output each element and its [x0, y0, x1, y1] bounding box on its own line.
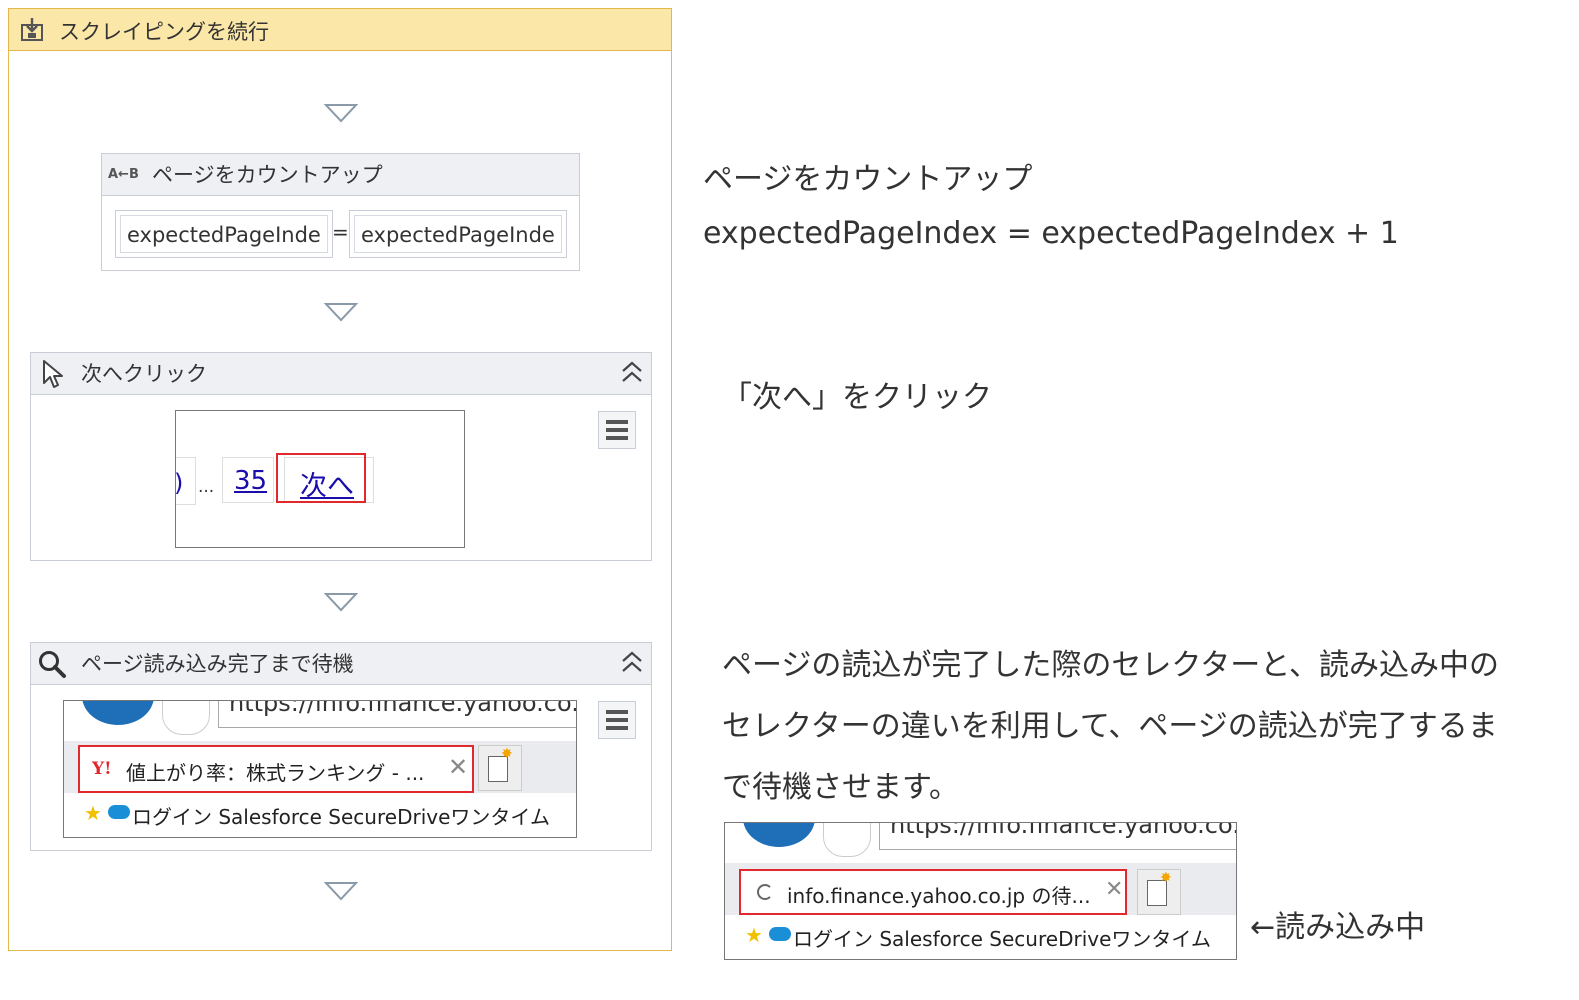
- bookmarks-text: ログイン Salesforce SecureDriveワンタイム: [132, 805, 550, 829]
- browser-tab-loading: info.finance.yahoo.co.jp の待... ✕: [739, 869, 1127, 915]
- connector-arrow-icon: [324, 882, 358, 901]
- assign-value-field[interactable]: expectedPageInde: [349, 210, 567, 258]
- page-ellipsis: ...: [198, 477, 215, 497]
- connector-arrow-icon: [324, 593, 358, 612]
- note-assign-title: ページをカウントアップ: [703, 162, 1033, 197]
- wait-target-screenshot: https://info.finance.yahoo.co.jp Y! 値上がり…: [63, 700, 577, 838]
- new-tab-button: ✸: [1137, 869, 1181, 915]
- wait-title: ページ読み込み完了まで待機: [81, 652, 354, 676]
- click-header: 次へクリック: [31, 353, 651, 395]
- note-click: 「次へ」をクリック: [722, 380, 992, 415]
- sequence-title: スクレイピングを続行: [59, 20, 269, 44]
- assign-to-value: expectedPageInde: [120, 215, 328, 253]
- sequence-icon: [21, 18, 43, 41]
- wait-header: ページ読み込み完了まで待機: [31, 643, 651, 685]
- loading-spinner-icon: [757, 884, 773, 900]
- star-icon: ★: [745, 923, 763, 947]
- tab-close-icon: ✕: [1105, 877, 1124, 902]
- address-url: https://info.finance.yahoo.co.jp: [890, 822, 1237, 839]
- note-wait-line3: で待機させます。: [722, 770, 959, 805]
- bookmarks-text: ログイン Salesforce SecureDriveワンタイム: [793, 927, 1211, 951]
- browser-back-button: [82, 701, 154, 725]
- click-activity[interactable]: 次へクリック ) ... 35 次へ: [30, 352, 652, 561]
- refresh-icon: [162, 701, 210, 735]
- note-loading-label: ←読み込み中: [1250, 910, 1426, 945]
- assign-title: ページをカウントアップ: [152, 163, 383, 187]
- assign-header: A←B ページをカウントアップ: [102, 154, 579, 196]
- collapse-icon[interactable]: [620, 359, 644, 392]
- refresh-icon: [823, 823, 871, 857]
- cursor-icon: [43, 360, 63, 388]
- address-bar: https://info.finance.yahoo.co.jp: [879, 822, 1237, 850]
- connector-arrow-icon: [324, 303, 358, 322]
- tab-close-icon: ✕: [448, 753, 469, 781]
- sequence-header[interactable]: スクレイピングを続行: [9, 9, 671, 51]
- connector-arrow-icon: [324, 104, 358, 123]
- salesforce-cloud-icon: [769, 927, 791, 941]
- note-assign-expression: expectedPageIndex = expectedPageIndex + …: [703, 216, 1399, 251]
- assign-to-field[interactable]: expectedPageInde: [115, 210, 333, 258]
- assign-value-value: expectedPageInde: [354, 215, 562, 253]
- click-target-screenshot: ) ... 35 次へ: [175, 410, 465, 548]
- new-tab-button: ✸: [478, 745, 522, 791]
- page-partial: ): [176, 469, 183, 497]
- options-menu-button[interactable]: [598, 411, 636, 449]
- loading-screenshot: https://info.finance.yahoo.co.jp info.fi…: [724, 822, 1237, 960]
- browser-tab: Y! 値上がり率：株式ランキング - ... ✕: [78, 745, 474, 793]
- yahoo-logo: Y!: [92, 759, 112, 779]
- options-menu-button[interactable]: [598, 701, 636, 739]
- bookmarks-bar: ★ ログイン Salesforce SecureDriveワンタイム: [78, 801, 576, 831]
- bookmarks-bar: ★ ログイン Salesforce SecureDriveワンタイム: [739, 923, 1236, 953]
- assign-icon: A←B: [108, 167, 139, 182]
- tab-title: info.finance.yahoo.co.jp の待...: [787, 884, 1091, 908]
- note-wait-line1: ページの読込が完了した際のセレクターと、読み込み中の: [722, 648, 1499, 683]
- search-icon: [39, 651, 66, 678]
- click-title: 次へクリック: [81, 362, 207, 386]
- collapse-icon[interactable]: [620, 649, 644, 682]
- assign-operator: =: [332, 220, 349, 244]
- tab-title: 値上がり率：株式ランキング - ...: [126, 761, 425, 785]
- page-35-link[interactable]: 35: [234, 466, 267, 496]
- address-bar: https://info.finance.yahoo.co.jp: [218, 700, 577, 728]
- star-icon: ★: [84, 801, 102, 825]
- note-wait-line2: セレクターの違いを利用して、ページの読込が完了するま: [722, 709, 1498, 744]
- wait-activity[interactable]: ページ読み込み完了まで待機 https://info.finance.yahoo…: [30, 642, 652, 851]
- address-url: https://info.finance.yahoo.co.jp: [229, 700, 577, 717]
- next-link[interactable]: 次へ: [300, 464, 354, 503]
- assign-activity[interactable]: A←B ページをカウントアップ expectedPageInde = expec…: [101, 153, 580, 271]
- salesforce-cloud-icon: [108, 805, 130, 819]
- browser-back-button: [743, 823, 815, 847]
